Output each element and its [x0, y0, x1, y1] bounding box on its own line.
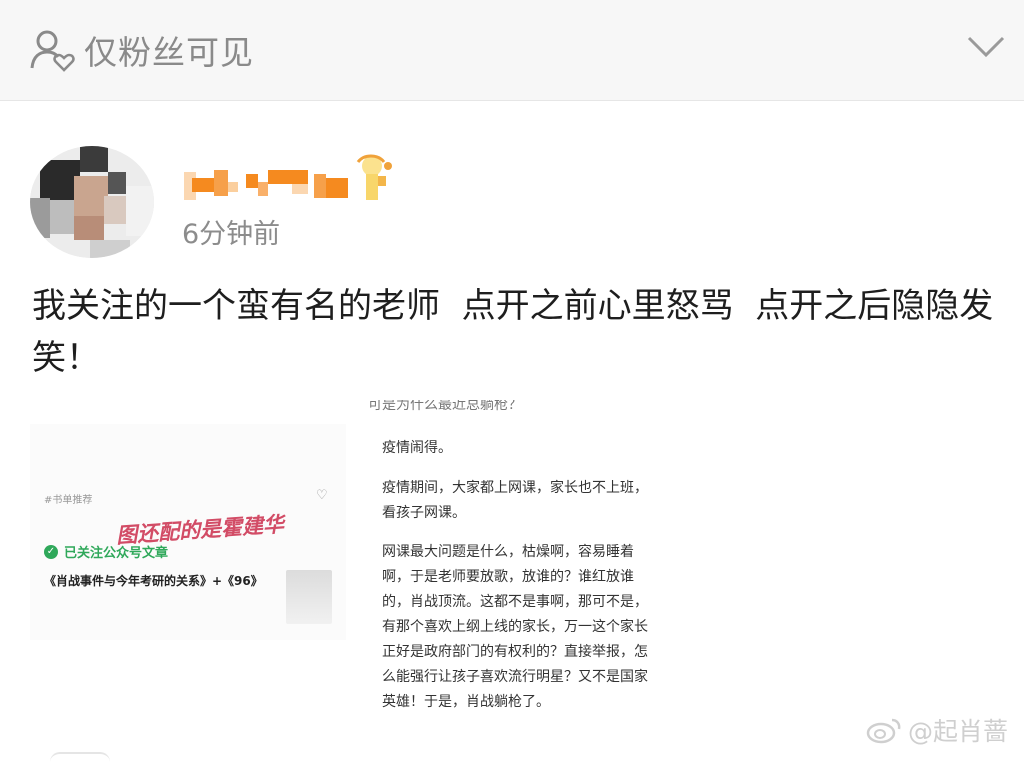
- image-section-header: #书单推荐: [44, 495, 93, 506]
- chevron-down-icon[interactable]: [966, 34, 1006, 60]
- followed-label: ✓ 已关注公众号文章: [44, 542, 168, 561]
- fans-only-icon: [30, 30, 75, 72]
- visibility-bar[interactable]: 仅粉丝可见: [0, 0, 1024, 101]
- post-timestamp: 6分钟前: [182, 219, 281, 250]
- watermark-text: @起肖蔷: [908, 717, 1009, 746]
- check-icon: ✓: [44, 544, 58, 559]
- person-photo: [286, 570, 332, 624]
- heart-icon: ♡: [316, 488, 328, 503]
- cut-off-text: 可是为什么最近总躺枪？: [368, 400, 522, 412]
- weibo-logo-icon: [866, 718, 901, 744]
- article-paragraph: 疫情闹得。: [382, 440, 452, 456]
- post-image-right[interactable]: 可是为什么最近总躺枪？ 疫情闹得。 疫情期间，大家都上网课，家长也不上班，看孩子…: [360, 400, 662, 730]
- article-title: 《肖战事件与今年考研的关系》+《96》: [44, 574, 263, 588]
- post-text: 我关注的一个蛮有名的老师 点开之前心里怒骂 点开之后隐隐发笑！: [32, 286, 994, 378]
- avatar[interactable]: [30, 146, 154, 258]
- post-image-left[interactable]: #书单推荐 ♡ 图还配的是霍建华 ✓ 已关注公众号文章 《肖战事件与今年考研的关…: [30, 424, 346, 640]
- followed-label-text: 已关注公众号文章: [64, 546, 169, 561]
- article-paragraph: 疫情期间，大家都上网课，家长也不上班，看孩子网课。: [382, 480, 648, 521]
- visibility-label: 仅粉丝可见: [84, 33, 254, 72]
- article-paragraph: 网课最大问题是什么，枯燥啊，容易睡着啊，于是老师要放歌，放谁的？谁红放谁的，肖战…: [382, 544, 648, 710]
- next-post-fragment: [50, 752, 110, 762]
- watermark: @起肖蔷: [866, 712, 1008, 748]
- vip-badge-icon: [356, 154, 392, 200]
